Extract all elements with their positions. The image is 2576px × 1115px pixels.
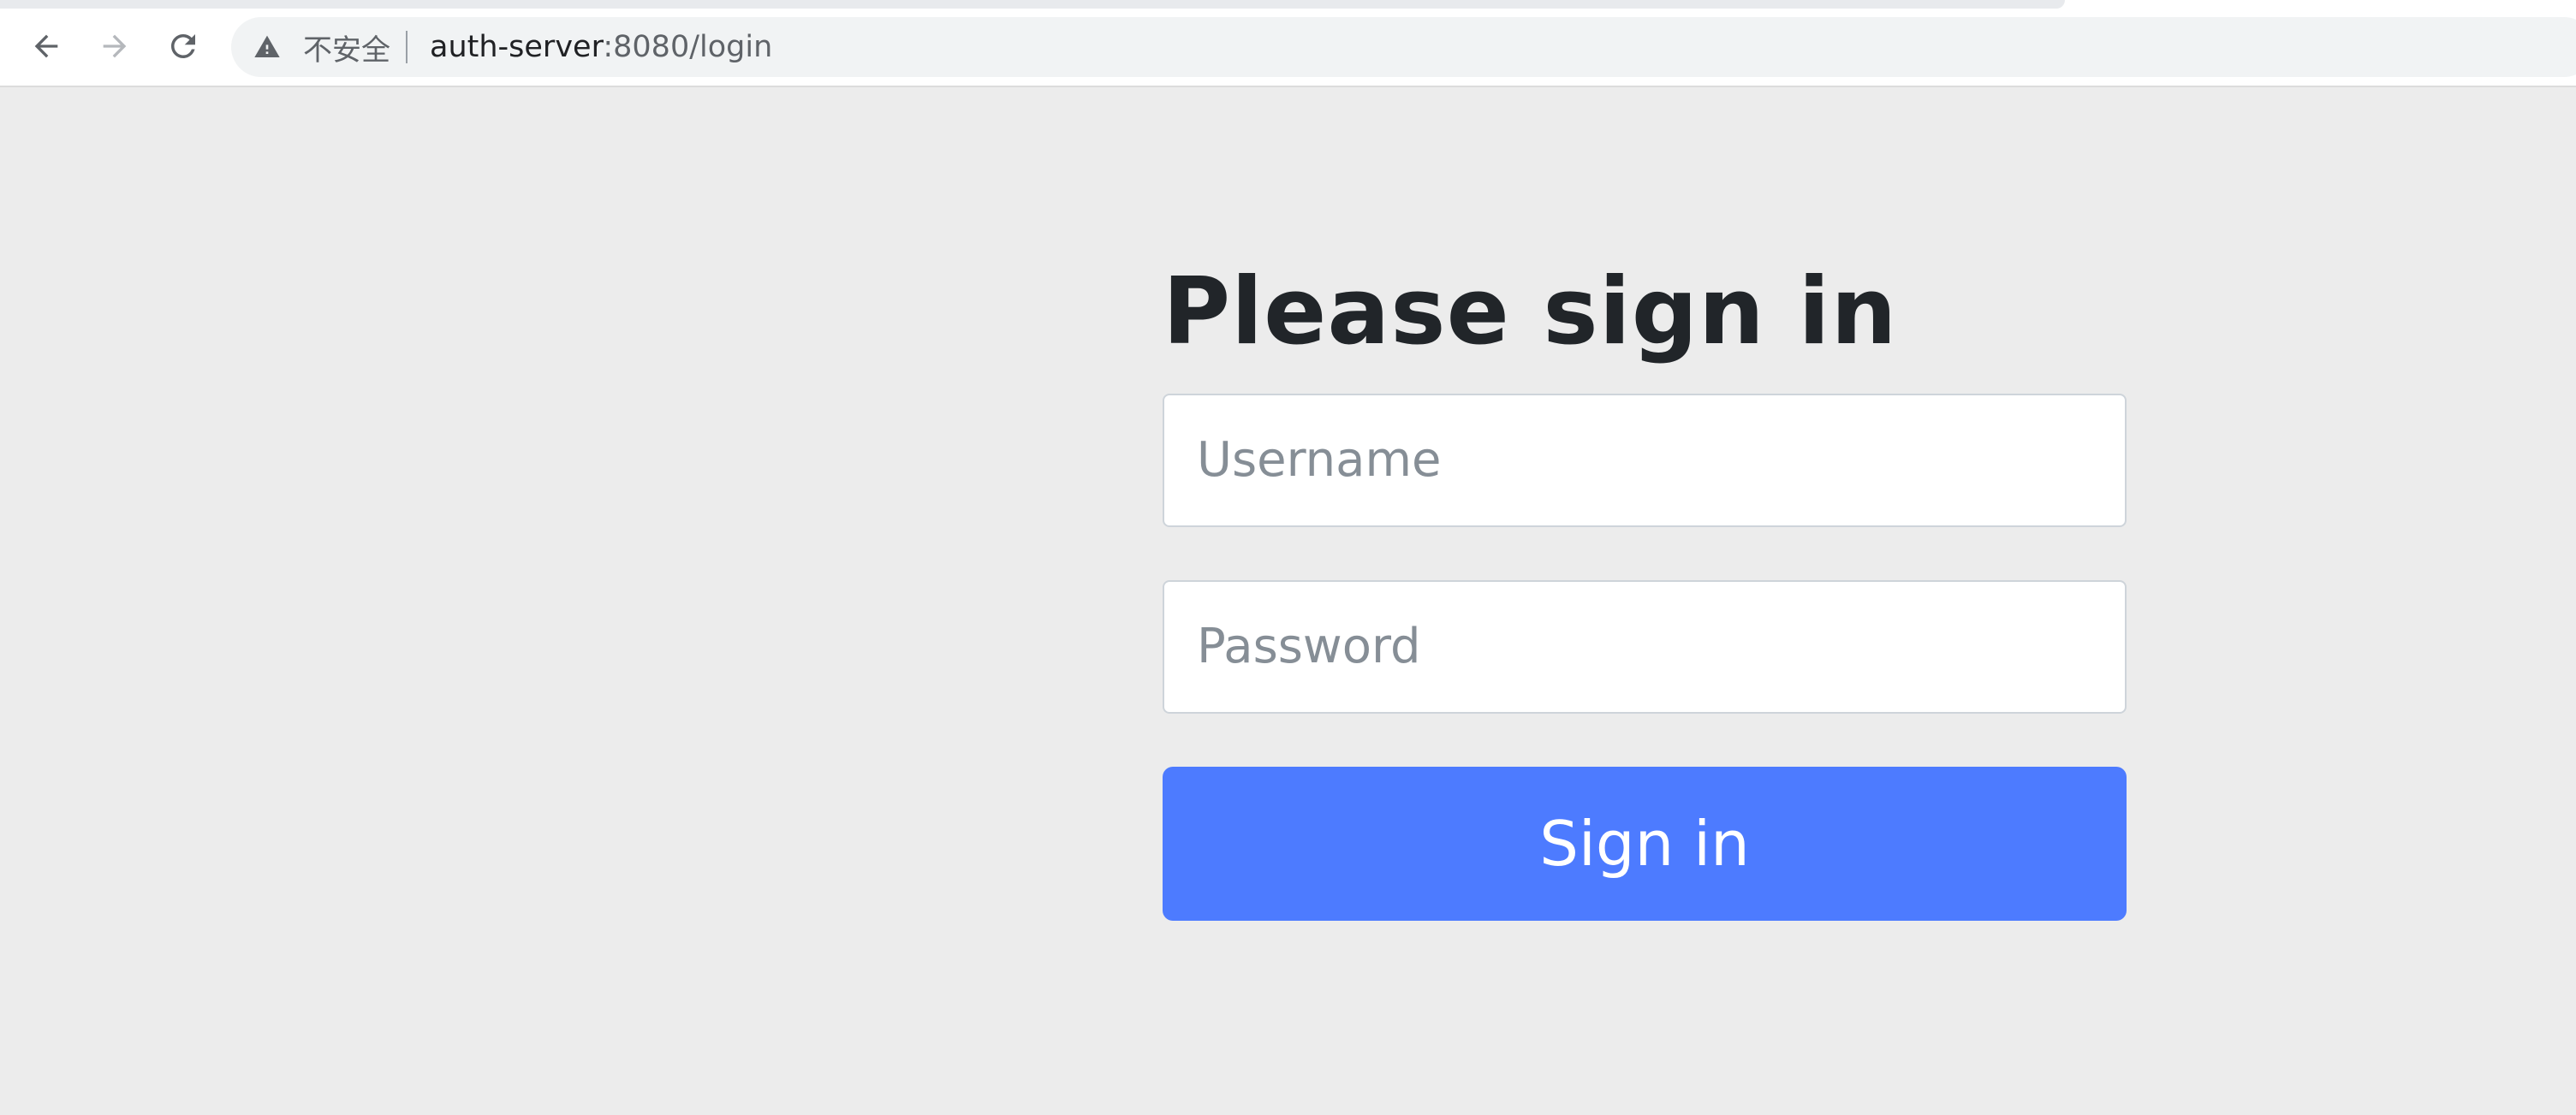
url-text[interactable]: auth-server:8080/login: [430, 17, 772, 77]
url-host: auth-server: [430, 30, 604, 64]
browser-toolbar: 不安全 auth-server:8080/login: [0, 0, 2576, 87]
warning-icon: [254, 35, 280, 57]
security-status-label: 不安全: [303, 33, 390, 68]
sign-in-button[interactable]: Sign in: [1163, 766, 2127, 921]
password-input[interactable]: [1163, 579, 2127, 714]
back-button[interactable]: [22, 22, 70, 70]
page-title: Please sign in: [1163, 258, 1898, 365]
login-form: Please sign in Sign in: [1163, 257, 2127, 921]
arrow-right-icon: [103, 34, 127, 58]
forward-button[interactable]: [91, 22, 139, 70]
security-chip[interactable]: 不安全: [253, 17, 408, 77]
security-chip-divider: [406, 31, 408, 63]
reload-button[interactable]: [159, 22, 207, 70]
url-path: :8080/login: [603, 30, 773, 64]
arrow-left-icon: [34, 34, 58, 58]
address-bar[interactable]: 不安全 auth-server:8080/login: [231, 17, 2576, 77]
reload-icon: [171, 34, 195, 58]
username-input[interactable]: [1163, 393, 2127, 527]
tab-strip: [0, 0, 2065, 9]
